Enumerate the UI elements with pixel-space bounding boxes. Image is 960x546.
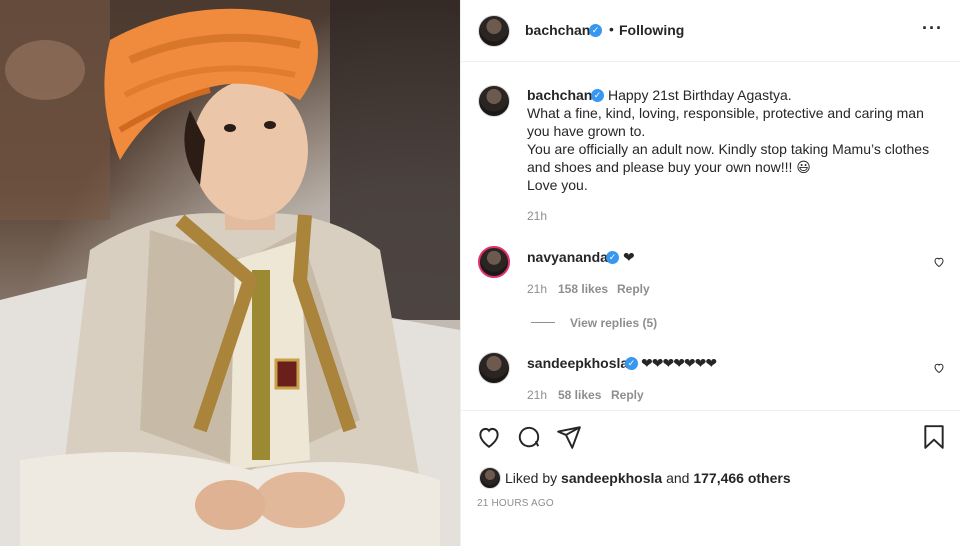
caption-username[interactable]: bachchan [527,87,592,103]
caption-line-4: You are officially an adult now. Kindly … [527,141,930,157]
author-username[interactable]: bachchan [525,22,590,38]
liked-by-user[interactable]: sandeepkhosla [561,470,662,486]
comment-likes[interactable]: 58 likes [558,388,601,402]
comment-text: ❤❤❤❤❤❤❤ [641,355,717,371]
caption-timestamp[interactable]: 21h [527,209,547,223]
view-replies-divider [531,322,555,323]
author-avatar[interactable] [478,15,510,47]
bookmark-icon[interactable] [921,424,947,450]
post-actions-bar: Liked by sandeepkhosla and 177,466 other… [461,410,960,546]
comment-time[interactable]: 21h [527,388,547,402]
liked-by-prefix: Liked by [505,470,562,486]
comment-time[interactable]: 21h [527,282,547,296]
commenter-avatar[interactable] [478,352,510,384]
verified-badge-icon: ✓ [606,251,619,264]
verified-badge-icon: ✓ [625,357,638,370]
caption-line-1: Happy 21st Birthday Agastya. [608,87,792,103]
caption-line-6: Love you. [527,177,588,193]
liker-avatar[interactable] [479,467,501,489]
comment-text: ❤ [623,249,635,265]
comment-username[interactable]: navyananda [527,249,608,265]
comment-reply-button[interactable]: Reply [617,282,650,296]
comment-reply-button[interactable]: Reply [611,388,644,402]
comment-username[interactable]: sandeepkhosla [527,355,628,371]
post-time-ago[interactable]: 21 HOURS AGO [477,498,554,509]
heart-icon[interactable] [476,424,502,450]
comment-likes[interactable]: 158 likes [558,282,608,296]
more-options-icon[interactable]: ··· [922,18,943,39]
verified-badge-icon: ✓ [589,24,602,37]
separator-dot: • [609,21,614,37]
following-button[interactable]: Following [619,22,684,38]
liked-by-count[interactable]: 177,466 others [693,470,790,486]
caption-line-3: you have grown to. [527,123,646,139]
liked-by-summary: Liked by sandeepkhosla and 177,466 other… [505,470,791,486]
comment-icon[interactable] [516,424,542,450]
commenter-avatar[interactable] [478,246,510,278]
comment-like-heart-icon[interactable] [933,256,945,268]
liked-by-middle: and [662,470,694,486]
caption-author-avatar[interactable] [478,85,510,117]
view-replies-button[interactable]: View replies (5) [570,316,657,330]
post-photo[interactable] [0,0,460,546]
caption-line-5: and shoes and please buy your own now!!!… [527,159,811,175]
boy-in-sherwani-illustration [0,0,460,546]
verified-badge-icon: ✓ [591,89,604,102]
post-side-panel: bachchan ✓ • Following ··· bachchan ✓ Ha… [460,0,960,546]
comment-like-heart-icon[interactable] [933,362,945,374]
caption-line-2: What a fine, kind, loving, responsible, … [527,105,924,121]
post-header: bachchan ✓ • Following ··· [461,0,960,62]
share-icon[interactable] [556,424,582,450]
